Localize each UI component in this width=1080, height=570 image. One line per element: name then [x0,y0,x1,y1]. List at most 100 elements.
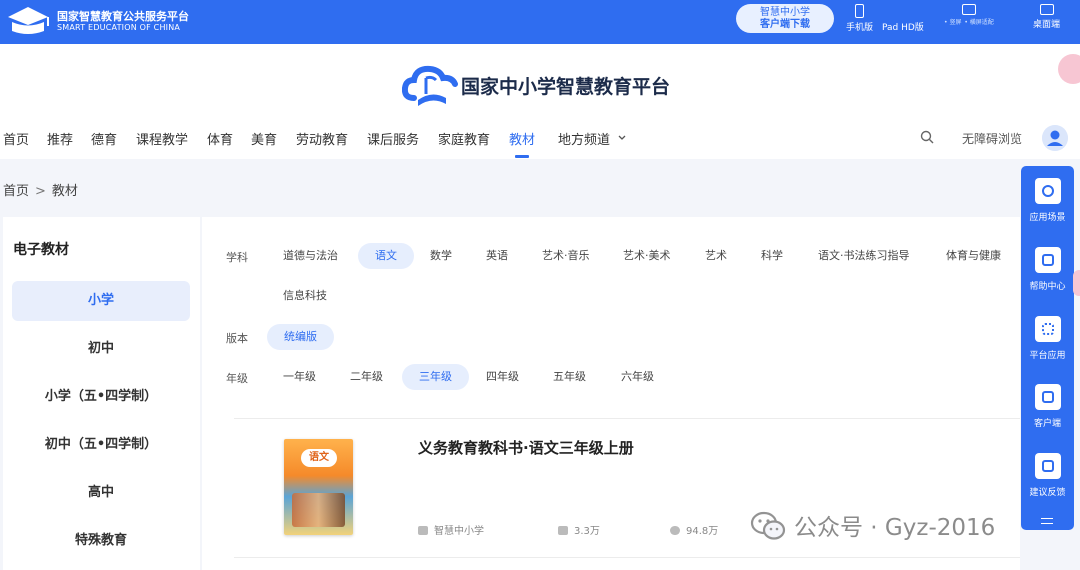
grade-label: 年级 [226,372,248,385]
floating-helper-icon[interactable] [1058,54,1080,84]
desktop-version-link[interactable]: 桌面端 [1033,4,1060,30]
wechat-icon [750,511,786,540]
nav-course[interactable]: 课程教学 [136,129,188,148]
subject-option[interactable]: 艺术·音乐 [538,243,594,269]
book-source: 智慧中小学 [418,522,484,537]
sidebar-title: 电子教材 [13,242,69,258]
edition-option-selected[interactable]: 统编版 [267,324,334,350]
results-divider-bottom [234,557,1020,558]
right-floating-panel: 应用场景 帮助中心 平台应用 客户端 建议反馈 [1021,166,1074,530]
search-icon[interactable] [920,130,934,144]
site-header: 国家中小学智慧教育平台 首页 推荐 德育 课程教学 体育 美育 劳动教育 课后服… [0,44,1080,159]
subject-option[interactable]: 艺术 [701,243,731,269]
wechat-watermark: 公众号 · Gyz-2016 [750,508,995,542]
book-source-text: 智慧中小学 [434,526,484,537]
panel-client[interactable]: 客户端 [1021,384,1074,429]
desktop-label: 桌面端 [1033,20,1061,30]
portrait-link[interactable]: • 竖屏 [944,19,961,26]
subject-option-selected[interactable]: 语文 [358,243,414,269]
grade-option-selected[interactable]: 三年级 [402,364,469,390]
nav-labor[interactable]: 劳动教育 [296,129,348,148]
tablet-orientation-links[interactable]: • 竖屏 • 横屏适配 [944,4,994,27]
breadcrumb-separator: > [35,184,46,199]
sidebar-item-primary-54[interactable]: 小学（五•四学制） [12,377,190,417]
sidebar-item-primary[interactable]: 小学 [12,281,190,321]
textbook-sidebar: 电子教材 小学 初中 小学（五•四学制） 初中（五•四学制） 高中 特殊教育 [3,217,200,570]
sidebar-item-junior-54[interactable]: 初中（五•四学制） [12,425,190,465]
book-views-text: 94.8万 [686,526,719,537]
download-line1: 智慧中小学 [760,7,810,18]
scenario-icon [1034,178,1061,204]
nav-textbook[interactable]: 教材 [509,129,535,148]
cloud-book-logo-icon[interactable] [402,64,462,106]
sidebar-item-special[interactable]: 特殊教育 [12,521,190,561]
breadcrumb-current: 教材 [51,184,78,199]
book-views: 94.8万 [670,522,718,537]
breadcrumb: 首页 > 教材 [3,180,78,199]
grade-option[interactable]: 一年级 [279,364,320,390]
subject-label: 学科 [226,251,248,264]
sidebar-item-senior[interactable]: 高中 [12,473,190,513]
breadcrumb-home[interactable]: 首页 [3,184,29,199]
eye-icon [670,526,680,535]
panel-feedback[interactable]: 建议反馈 [1021,453,1074,498]
book-cover-image[interactable]: 语文 [284,439,353,535]
nav-arts[interactable]: 美育 [251,129,277,148]
grade-option[interactable]: 二年级 [346,364,387,390]
panel-apps-label: 平台应用 [1029,351,1066,361]
grade-option[interactable]: 六年级 [617,364,658,390]
grade-option[interactable]: 四年级 [482,364,523,390]
grade-option[interactable]: 五年级 [549,364,590,390]
nav-after-school[interactable]: 课后服务 [367,129,419,148]
client-download-button[interactable]: 智慧中小学 客户端下载 [736,4,834,33]
nav-active-indicator [515,155,529,158]
subject-option[interactable]: 数学 [426,243,456,269]
subject-option[interactable]: 科学 [757,243,787,269]
subject-option[interactable]: 英语 [482,243,512,269]
panel-feedback-label: 建议反馈 [1029,488,1066,498]
book-cover-title: 语文 [301,449,337,467]
subject-option[interactable]: 体育与健康 [942,243,1005,269]
subject-option[interactable]: 信息科技 [279,283,331,309]
landscape-link[interactable]: • 横屏适配 [964,19,993,26]
desktop-icon [1039,4,1054,15]
nav-family[interactable]: 家庭教育 [438,129,490,148]
book-title[interactable]: 义务教育教科书·语文三年级上册 [418,437,634,458]
mobile-icon [855,4,864,18]
nav-local[interactable]: 地方频道 [558,129,610,148]
subject-option[interactable]: 道德与法治 [279,243,342,269]
book-cover-illustration [292,493,345,527]
panel-apps[interactable]: 平台应用 [1021,316,1074,361]
nav-home[interactable]: 首页 [3,129,29,148]
thumbs-up-icon [558,526,568,535]
help-icon [1034,247,1061,273]
book-likes: 3.3万 [558,522,600,537]
panel-scenario[interactable]: 应用场景 [1021,178,1074,223]
sidebar-item-junior[interactable]: 初中 [12,329,190,369]
nav-sports[interactable]: 体育 [207,129,233,148]
tablet-icon [961,4,976,15]
nav-moral[interactable]: 德育 [91,129,117,148]
brand-name-cn: 国家智慧教育公共服务平台 [57,10,189,23]
watermark-text: 公众号 · Gyz-2016 [794,515,996,541]
client-icon [1034,384,1061,410]
apps-icon [1034,316,1061,342]
panel-menu-icon[interactable] [1041,518,1053,524]
side-tab-icon[interactable] [1073,270,1080,296]
panel-client-label: 客户端 [1033,419,1061,429]
panel-help[interactable]: 帮助中心 [1021,247,1074,292]
accessibility-link[interactable]: 无障碍浏览 [962,130,1022,147]
user-avatar-icon[interactable] [1042,125,1068,151]
feedback-icon [1034,453,1061,479]
pad-version-link[interactable]: Pad HD版 [882,20,924,33]
chevron-down-icon[interactable] [618,135,626,141]
subject-option[interactable]: 语文·书法练习指导 [814,243,914,269]
top-bar: 国家智慧教育公共服务平台 SMART EDUCATION OF CHINA 智慧… [0,0,1080,44]
mobile-version-link[interactable]: 手机版 [846,4,873,33]
platform-logo-icon[interactable] [4,4,52,38]
subject-option[interactable]: 艺术·美术 [619,243,675,269]
nav-recommend[interactable]: 推荐 [47,129,73,148]
panel-help-label: 帮助中心 [1029,282,1066,292]
mobile-label: 手机版 [846,23,874,33]
edition-label: 版本 [226,332,248,345]
